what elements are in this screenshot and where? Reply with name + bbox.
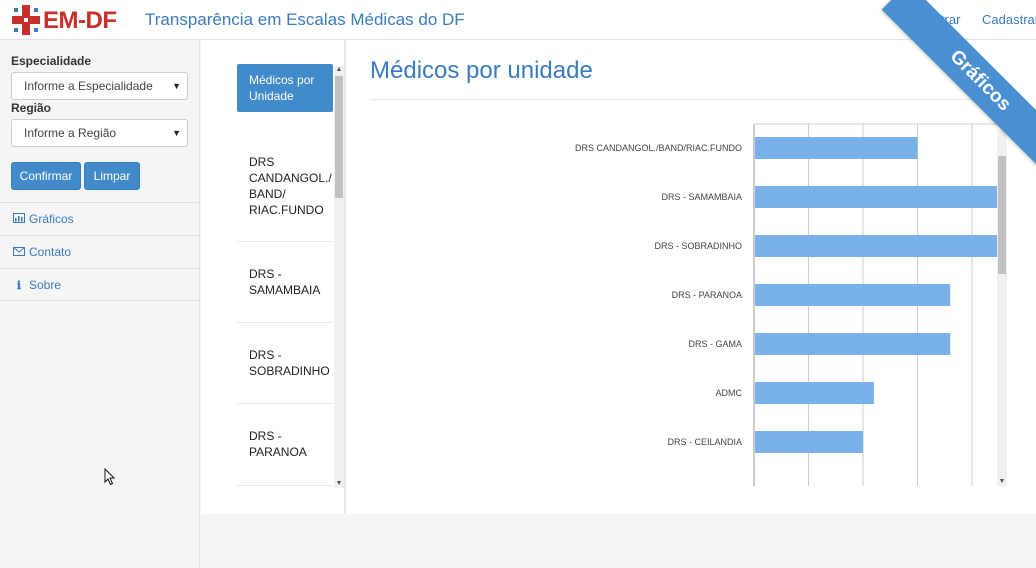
- chart-category-label: DRS - SOBRADINHO: [654, 241, 742, 251]
- region-select-value: Informe a Região: [24, 126, 117, 140]
- tab-drs-sobradinho[interactable]: DRS - SOBRADINHO: [237, 323, 333, 404]
- caret-down-icon: ▼: [172, 128, 181, 138]
- caret-down-icon: ▼: [172, 81, 181, 91]
- chart-category-label: DRS - CEILANDIA: [667, 437, 742, 447]
- sidebar-item-sobre[interactable]: ℹ Sobre: [0, 268, 200, 301]
- graficos-ribbon: Gráficos: [836, 0, 1036, 200]
- chart-bar[interactable]: [755, 382, 874, 404]
- chart-bar[interactable]: [755, 431, 863, 453]
- chart-category-label: DRS - PARANOA: [672, 290, 742, 300]
- chart-bar[interactable]: [755, 235, 1001, 257]
- sidebar-menu: Gráficos Contato ℹ Sobre: [0, 202, 200, 301]
- tab-list-scrollbar[interactable]: ▲ ▼: [334, 66, 344, 488]
- logo-wordmark: EM-DF: [43, 7, 117, 34]
- tab-drs-samambaia[interactable]: DRS - SAMAMBAIA: [237, 242, 333, 323]
- mouse-pointer-icon: [104, 468, 116, 486]
- sidebar-item-label: Gráficos: [29, 212, 74, 226]
- specialty-select-value: Informe a Especialidade: [24, 79, 153, 93]
- tab-medicos-por-unidade[interactable]: Médicos por Unidade: [237, 64, 333, 112]
- scroll-down-icon[interactable]: ▼: [334, 480, 344, 488]
- chart-category-label: DRS - GAMA: [688, 339, 742, 349]
- tab-drs-paranoa[interactable]: DRS - PARANOA: [237, 404, 333, 486]
- medical-cross-logo-icon: [12, 5, 40, 35]
- specialty-select[interactable]: Informe a Especialidade ▼: [11, 72, 188, 100]
- specialty-label: Especialidade: [11, 54, 92, 68]
- sidebar: Especialidade Informe a Especialidade ▼ …: [0, 40, 200, 568]
- scroll-up-icon[interactable]: ▲: [334, 66, 344, 74]
- info-icon: ℹ: [16, 280, 22, 292]
- bar-chart-icon: [12, 204, 26, 236]
- sidebar-item-label: Sobre: [29, 278, 62, 292]
- tab-drs-candangol[interactable]: DRS CANDANGOL./ BAND/ RIAC.FUNDO: [237, 128, 333, 242]
- chart-bar[interactable]: [755, 284, 951, 306]
- scrollbar-thumb[interactable]: [335, 76, 343, 198]
- panel-divider: [344, 40, 346, 514]
- envelope-icon: [12, 237, 26, 269]
- chart-bar[interactable]: [755, 333, 951, 355]
- clear-button[interactable]: Limpar: [84, 162, 140, 190]
- region-select[interactable]: Informe a Região ▼: [11, 119, 188, 147]
- unit-tab-list: Médicos por Unidade DRS CANDANGOL./ BAND…: [237, 64, 333, 486]
- em-df-logo[interactable]: EM-DF: [12, 5, 134, 35]
- content-footer-area: [201, 514, 1036, 568]
- sidebar-item-contato[interactable]: Contato: [0, 235, 200, 268]
- sidebar-item-graficos[interactable]: Gráficos: [0, 202, 200, 235]
- chart-category-label: DRS CANDANGOL./BAND/RIAC.FUNDO: [575, 143, 742, 153]
- scroll-down-icon[interactable]: ▼: [997, 478, 1007, 486]
- sidebar-item-label: Contato: [29, 245, 72, 259]
- confirm-button[interactable]: Confirmar: [11, 162, 81, 190]
- app-title[interactable]: Transparência em Escalas Médicas do DF: [145, 9, 465, 31]
- chart-category-label: DRS - SAMAMBAIA: [661, 192, 742, 202]
- ribbon-label: Gráficos: [881, 0, 1036, 180]
- region-label: Região: [11, 101, 52, 115]
- chart-title: Médicos por unidade: [370, 57, 593, 84]
- chart-category-label: ADMC: [716, 388, 743, 398]
